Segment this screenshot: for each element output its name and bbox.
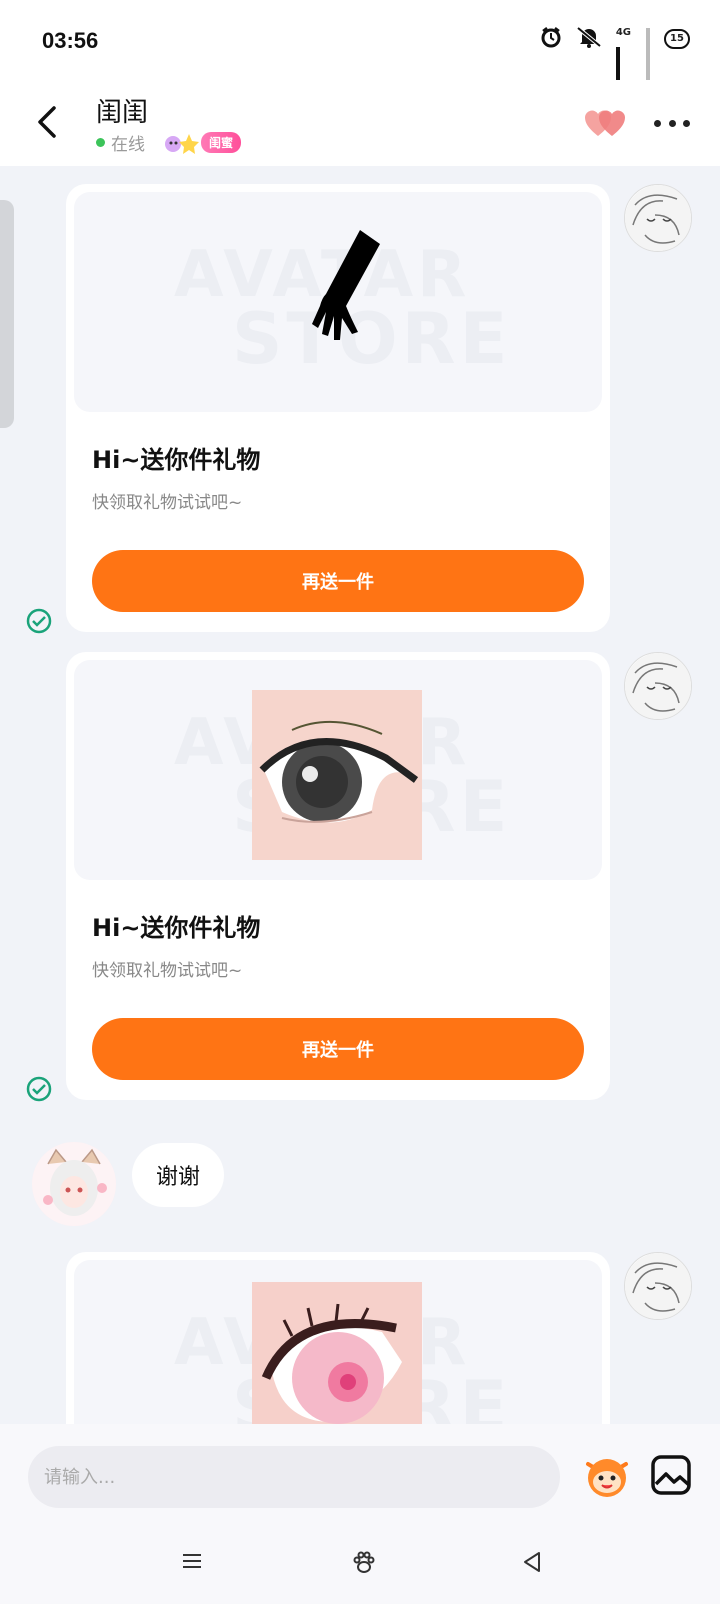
glove-icon: [312, 230, 380, 340]
gift-image: AVATAR STORE: [74, 1260, 602, 1424]
online-text: 在线: [111, 135, 145, 155]
gift-subtitle: 快领取礼物试试吧~: [92, 493, 243, 513]
status-icons: 4G 15: [540, 26, 690, 106]
signal-4g-icon: 4G: [615, 27, 632, 106]
more-options-button[interactable]: [654, 116, 690, 130]
dot-icon: [683, 119, 690, 127]
message-input-bar: [0, 1424, 720, 1524]
message-input[interactable]: [28, 1446, 560, 1508]
read-check-icon: [26, 1076, 52, 1102]
online-status: 在线 闺蜜: [96, 130, 242, 155]
send-again-button[interactable]: 再送一件: [92, 1018, 584, 1080]
self-avatar[interactable]: [624, 184, 692, 252]
menu-icon[interactable]: [182, 1552, 202, 1570]
system-nav-bar: [0, 1524, 720, 1604]
back-button[interactable]: [30, 102, 66, 142]
gift-image: AVATAR STORE: [74, 660, 602, 880]
send-again-button[interactable]: 再送一件: [92, 550, 584, 612]
online-dot: [96, 138, 105, 147]
dot-icon: [654, 119, 661, 127]
dot-icon: [668, 119, 676, 127]
relation-badge-label: 闺蜜: [201, 132, 242, 153]
signal-no-service-icon: [646, 28, 650, 87]
self-avatar[interactable]: [624, 1252, 692, 1320]
read-check-icon: [26, 608, 52, 634]
self-avatar[interactable]: [624, 652, 692, 720]
back-triangle-icon[interactable]: [522, 1551, 542, 1573]
gift-card: AVATAR STORE: [66, 1252, 610, 1424]
intimacy-button[interactable]: [584, 106, 628, 140]
side-drawer-handle[interactable]: [0, 200, 14, 428]
gift-title: Hi~送你件礼物: [92, 914, 261, 942]
mute-icon: [576, 26, 602, 52]
image-button[interactable]: [650, 1454, 692, 1496]
double-heart-icon: [585, 110, 625, 136]
relation-badge: 闺蜜: [163, 131, 242, 155]
battery-icon: 15: [664, 29, 690, 49]
emoji-button[interactable]: [582, 1450, 632, 1500]
alarm-icon: [540, 26, 562, 52]
eye-icon: [252, 690, 422, 860]
gift-card: AVATAR STORE Hi~送你件礼物 快领取礼物试试吧~ 再送一件: [66, 652, 610, 1100]
incoming-message-bubble[interactable]: 谢谢: [132, 1143, 225, 1207]
status-bar: 03:56 4G 15: [0, 0, 720, 106]
paw-home-icon[interactable]: [352, 1550, 376, 1574]
gift-title: Hi~送你件礼物: [92, 446, 261, 474]
chat-header: 闺闺 在线 闺蜜: [0, 80, 720, 166]
chevron-left-icon: [38, 106, 56, 138]
pink-eye-icon: [252, 1282, 422, 1424]
gift-card: AVATAR STORE Hi~送你件礼物 快领取礼物试试吧~ 再送一件: [66, 184, 610, 632]
sparkle-stars-icon: [165, 133, 199, 154]
image-icon: [651, 1455, 691, 1495]
status-time: 03:56: [42, 28, 99, 53]
mascot-emoji-icon: [586, 1459, 628, 1497]
chat-title: 闺闺: [96, 98, 149, 128]
gift-image: AVATAR STORE: [74, 192, 602, 412]
friend-avatar[interactable]: [32, 1142, 116, 1226]
gift-subtitle: 快领取礼物试试吧~: [92, 961, 243, 981]
